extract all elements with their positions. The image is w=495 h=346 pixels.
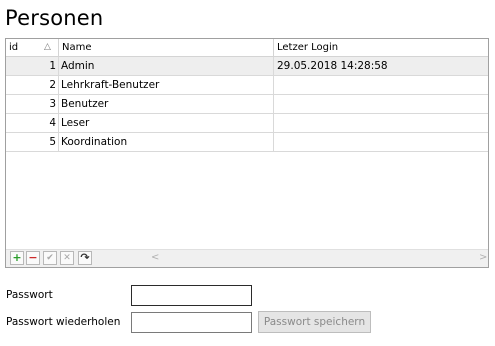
cell-name: Benutzer: [59, 95, 274, 113]
page-title: Personen: [5, 6, 104, 30]
cell-last-login: 29.05.2018 14:28:58: [277, 60, 388, 72]
scroll-left-arrow[interactable]: <: [151, 252, 159, 263]
grid-toolbar: + − ✔ ✕ ↷ < >: [6, 249, 488, 267]
column-header-id[interactable]: id △: [6, 39, 59, 56]
cell-name: Lehrkraft-Benutzer: [59, 76, 274, 94]
cell-id: 5: [6, 133, 59, 151]
grid-header: id △ Name Letzer Login: [6, 39, 488, 57]
column-header-last-login-label: Letzer Login: [277, 42, 339, 53]
column-header-name-label: Name: [62, 42, 92, 53]
persons-grid: id △ Name Letzer Login 1 Admin 29.05.201…: [5, 38, 489, 268]
column-header-id-label: id: [9, 42, 19, 53]
check-icon: ✔: [46, 253, 54, 263]
delete-record-button[interactable]: −: [26, 251, 40, 265]
table-row[interactable]: 1 Admin 29.05.2018 14:28:58: [6, 57, 488, 76]
password-repeat-label: Passwort wiederholen: [6, 316, 121, 328]
scroll-right-arrow[interactable]: >: [479, 252, 487, 263]
refresh-button[interactable]: ↷: [78, 251, 92, 265]
password-label: Passwort: [6, 289, 53, 301]
password-repeat-field[interactable]: [131, 312, 252, 333]
minus-icon: −: [28, 251, 38, 264]
password-field[interactable]: [131, 285, 252, 306]
refresh-icon: ↷: [80, 251, 90, 264]
x-icon: ✕: [63, 253, 71, 263]
table-row[interactable]: 4 Leser: [6, 114, 488, 133]
save-password-button[interactable]: Passwort speichern: [258, 311, 371, 333]
sort-ascending-icon: △: [44, 42, 51, 52]
cell-id: 2: [6, 76, 59, 94]
column-header-name[interactable]: Name: [59, 39, 274, 56]
table-row[interactable]: 5 Koordination: [6, 133, 488, 152]
cell-name: Admin: [59, 57, 274, 75]
table-row[interactable]: 2 Lehrkraft-Benutzer: [6, 76, 488, 95]
cell-name: Leser: [59, 114, 274, 132]
table-row[interactable]: 3 Benutzer: [6, 95, 488, 114]
cell-id: 3: [6, 95, 59, 113]
post-record-button[interactable]: ✔: [43, 251, 57, 265]
cell-name: Koordination: [59, 133, 274, 151]
cell-last-login: [274, 114, 488, 132]
plus-icon: +: [12, 251, 22, 264]
column-header-last-login[interactable]: Letzer Login: [274, 39, 488, 56]
cell-last-login: [274, 133, 488, 151]
cell-id: 1: [6, 57, 59, 75]
cell-last-login: [274, 76, 488, 94]
add-record-button[interactable]: +: [10, 251, 24, 265]
cell-id: 4: [6, 114, 59, 132]
cancel-record-button[interactable]: ✕: [60, 251, 74, 265]
cell-last-login: [274, 95, 488, 113]
